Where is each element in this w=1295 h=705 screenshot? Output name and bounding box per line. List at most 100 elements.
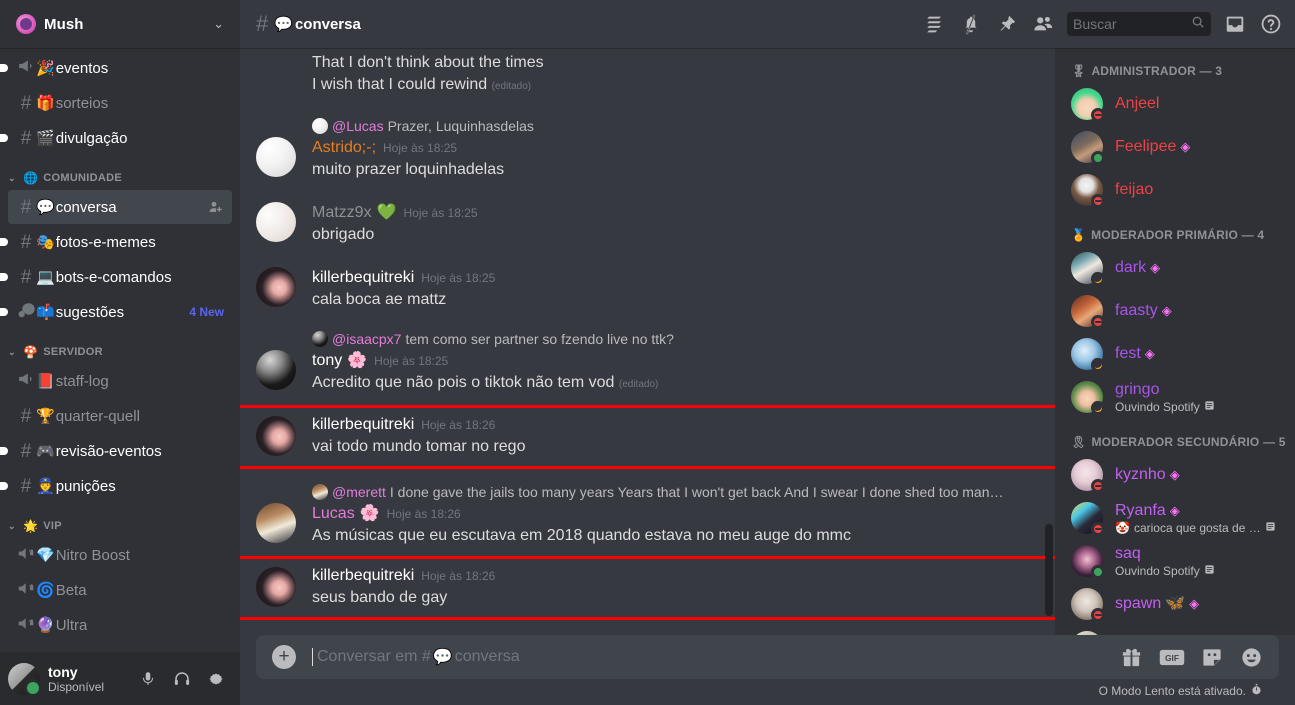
channel-item-staff-log[interactable]: 📕 staff-log [8,364,232,398]
member-item-kyznho[interactable]: kyznho ◈ [1063,454,1287,496]
message-author[interactable]: tony [312,350,342,372]
avatar[interactable] [256,267,296,307]
channel-item-bots-e-comandos[interactable]: # 💻 bots-e-comandos [0,260,232,294]
channel-title: conversa [294,15,361,33]
microphone-icon[interactable] [132,663,164,695]
member-item-Anjeel[interactable]: Anjeel [1063,83,1287,125]
bell-muted-icon[interactable] [955,8,987,40]
message[interactable]: @Lucas Prazer, Luquinhasdelas Astrido;-; Ho… [240,117,1055,183]
category-emoji: 🏅 [1071,228,1087,242]
message-author[interactable]: killerbequitreki [312,267,414,289]
member-item-Ryanfa[interactable]: Ryanfa ◈ 🤡 carioca que gosta de … [1063,497,1287,539]
channel-category-vip[interactable]: ⌄ 🌟 VIP [0,503,240,537]
message-scrollbar[interactable] [1045,56,1053,627]
composer-placeholder-channel: conversa [454,648,520,665]
pin-icon[interactable] [991,8,1023,40]
channel-item-fotos-e-memes[interactable]: # 🎭 fotos-e-memes [0,225,232,259]
message-input[interactable]: Conversar em # 💬 conversa [312,636,1120,678]
avatar[interactable] [256,567,296,607]
avatar [1071,131,1105,165]
gear-icon[interactable] [200,663,232,695]
inbox-icon[interactable] [1219,8,1251,40]
message[interactable]: @merett I done gave the jails too many ye… [240,483,1055,549]
member-item-saq[interactable]: saq Ouvindo Spotify [1063,540,1287,582]
avatar [1071,502,1105,536]
reply-context[interactable]: @isaacpx7 tem como ser partner so fzendo … [312,330,1007,348]
channel-item-divulgação[interactable]: # 🎬 divulgação [0,121,232,155]
member-item-gringo[interactable]: gringo Ouvindo Spotify [1063,376,1287,418]
user-info[interactable]: tony Disponível [48,663,132,694]
attach-icon[interactable]: + [272,645,296,669]
reply-context[interactable]: @Lucas Prazer, Luquinhasdelas [312,117,1007,135]
search-input[interactable] [1073,16,1191,32]
channel-category-servidor[interactable]: ⌄ 🍄 SERVIDOR [0,329,240,363]
reply-mention[interactable]: @merett [332,484,386,500]
reply-mention[interactable]: @Lucas [332,118,384,134]
channel-item-eventos[interactable]: 🎉 eventos [0,51,232,85]
avatar[interactable] [256,137,296,177]
avatar[interactable] [256,416,296,456]
channel-emoji: 💻 [36,268,55,286]
channel-item-revisão-eventos[interactable]: # 🎮 revisão-eventos [0,434,232,468]
search-box[interactable] [1067,12,1211,36]
channel-item-conversa[interactable]: # 💬 conversa [8,190,232,224]
message-author[interactable]: Matzz9x [312,202,372,224]
channel-item-Beta[interactable]: 🌀 Beta [8,573,232,607]
member-item-victw[interactable]: victw [1063,626,1287,635]
message[interactable]: killerbequitreki Hoje às 18:25 cala boca a… [240,265,1055,313]
member-item-faasty[interactable]: faasty ◈ [1063,290,1287,332]
emoji-icon[interactable] [1240,646,1263,669]
member-name-text: Feelipee [1115,138,1177,155]
gif-icon[interactable]: GIF [1159,647,1185,668]
message[interactable]: Matzz9x 💚 Hoje às 18:25 obrigado [240,200,1055,248]
sticker-icon[interactable] [1201,646,1224,669]
message-timestamp: Hoje às 18:25 [383,141,458,155]
channel-item-sorteios[interactable]: # 🎁 sorteios [8,86,232,120]
avatar[interactable] [256,350,296,390]
server-header[interactable]: Mush ⌄ [0,0,240,48]
member-item-feijao[interactable]: feijao [1063,169,1287,211]
threads-icon[interactable] [919,8,951,40]
member-item-dark[interactable]: dark ◈ [1063,247,1287,289]
avatar[interactable] [8,662,42,697]
reply-context[interactable]: @merett I done gave the jails too many ye… [312,483,1007,501]
create-invite-icon[interactable] [208,199,224,215]
chevron-down-icon[interactable]: ⌄ [213,16,224,32]
composer-box[interactable]: + Conversar em # 💬 conversa GIF [256,635,1279,679]
headset-icon[interactable] [166,663,198,695]
channel-name: eventos [55,59,109,77]
reply-mention[interactable]: @isaacpx7 [332,331,401,347]
message[interactable]: @isaacpx7 tem como ser partner so fzendo … [240,330,1055,398]
member-item-fest[interactable]: fest ◈ [1063,333,1287,375]
message-author[interactable]: Lucas [312,503,355,525]
member-item-Feelipee[interactable]: Feelipee ◈ [1063,126,1287,168]
avatar[interactable] [256,503,296,543]
message-author[interactable]: killerbequitreki [312,565,414,587]
message-continuation: That I don't think about the times I wish… [240,48,1055,100]
avatar [1071,295,1105,329]
message-author[interactable]: killerbequitreki [312,414,414,436]
message[interactable]: killerbequitreki Hoje às 18:26 seus bando … [240,565,1055,609]
channel-category-comunidade[interactable]: ⌄ 🌐 COMUNIDADE [0,155,240,189]
members-icon[interactable] [1027,8,1059,40]
avatar [1071,174,1105,208]
gift-icon[interactable] [1120,646,1143,669]
channel-item-Ultra[interactable]: 🔮 Ultra [8,608,232,642]
channel-name: revisão-eventos [55,442,162,460]
channel-item-sugestões[interactable]: 📫 sugestões 4 New [0,295,232,329]
channel-list[interactable]: 🎉 eventos # 🎁 sorteios # 🎬 divulgação ⌄ 🌐 COMUNIDA… [0,48,240,705]
reply-avatar [312,118,328,134]
avatar[interactable] [256,202,296,242]
message-author[interactable]: Astrido;-; [312,137,376,159]
channel-emoji: 💎 [36,546,55,564]
category-label: COMUNIDADE [43,172,123,184]
member-name: fest ◈ [1115,344,1279,364]
member-item-spawn[interactable]: spawn 🦋 ◈ [1063,583,1287,625]
member-name: Ryanfa ◈ [1115,501,1279,521]
category-emoji: 🎖 [1071,64,1087,78]
message[interactable]: killerbequitreki Hoje às 18:26 vai todo mu… [240,414,1055,458]
channel-item-quarter-quell[interactable]: # 🏆 quarter-quell [8,399,232,433]
channel-item-Nitro Boost[interactable]: 💎 Nitro Boost [8,538,232,572]
help-icon[interactable] [1255,8,1287,40]
channel-item-punições[interactable]: # 👮 punições [0,469,232,503]
